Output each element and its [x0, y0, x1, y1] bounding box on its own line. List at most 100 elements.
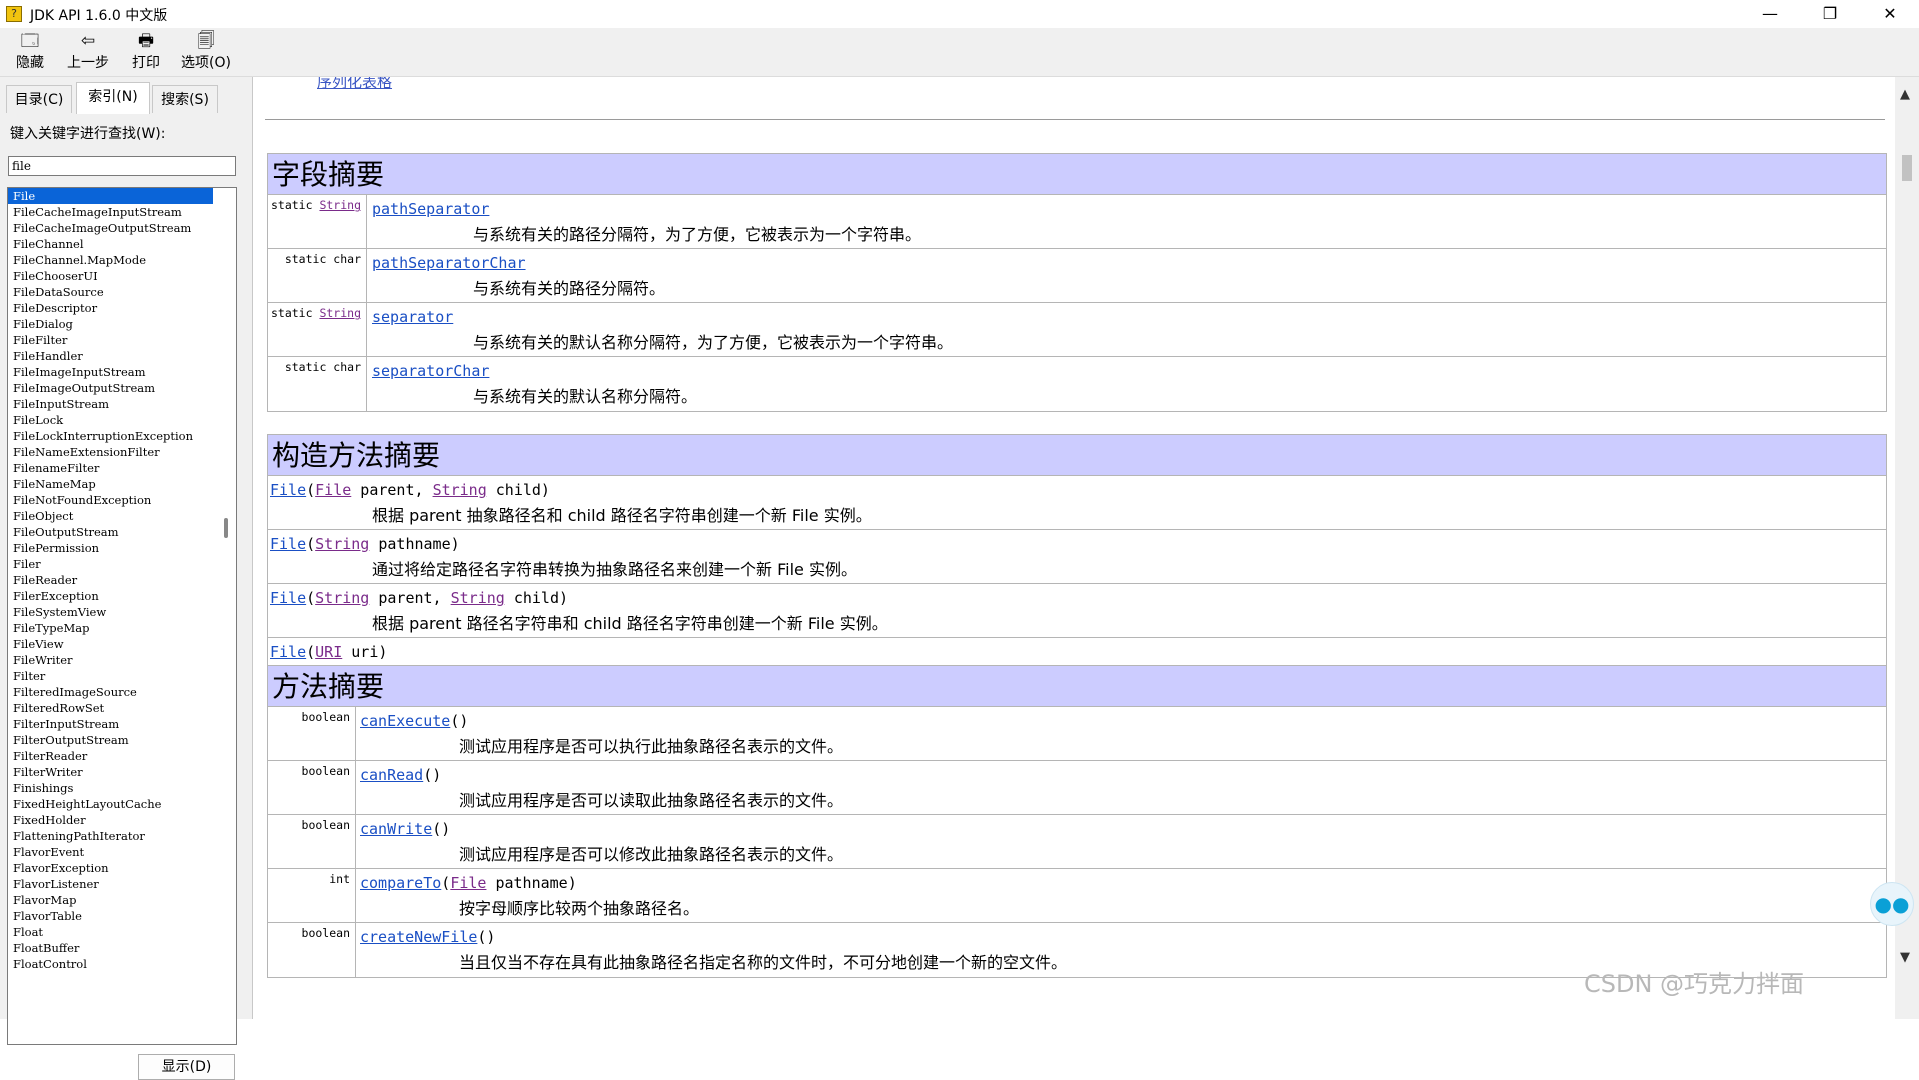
- method-name-link[interactable]: createNewFile: [360, 928, 477, 946]
- index-listbox[interactable]: File FileCacheImageInputStream FileCacheIm…: [7, 187, 237, 1045]
- index-item[interactable]: FixedHeightLayoutCache: [8, 796, 236, 812]
- index-item[interactable]: FloatControl: [8, 956, 236, 972]
- options-button[interactable]: 🗐 选项(O): [178, 30, 234, 74]
- index-item[interactable]: FlavorTable: [8, 908, 236, 924]
- index-item[interactable]: FileSystemView: [8, 604, 236, 620]
- index-item[interactable]: Filer: [8, 556, 236, 572]
- pane-splitter[interactable]: [246, 77, 253, 1019]
- index-item[interactable]: FloatBuffer: [8, 940, 236, 956]
- field-type-link[interactable]: String: [319, 198, 361, 212]
- field-name-cell: separatorChar: [372, 362, 489, 380]
- index-item[interactable]: FilterReader: [8, 748, 236, 764]
- maximize-button[interactable]: ❐: [1800, 0, 1860, 28]
- field-type-link[interactable]: String: [319, 306, 361, 320]
- index-item[interactable]: FilenameFilter: [8, 460, 236, 476]
- index-item[interactable]: FlavorEvent: [8, 844, 236, 860]
- param-type-link[interactable]: String: [315, 535, 369, 553]
- index-item[interactable]: FileView: [8, 636, 236, 652]
- index-item[interactable]: File: [8, 188, 213, 204]
- display-button[interactable]: 显示(D): [138, 1054, 235, 1080]
- index-item[interactable]: FixedHolder: [8, 812, 236, 828]
- constructor-name-link[interactable]: File: [270, 643, 306, 661]
- index-item[interactable]: FlavorException: [8, 860, 236, 876]
- content-scrollbar[interactable]: ▲ ▼: [1895, 77, 1919, 1019]
- index-item[interactable]: FilerException: [8, 588, 236, 604]
- constructor-name-link[interactable]: File: [270, 535, 306, 553]
- field-name-link[interactable]: pathSeparatorChar: [372, 254, 526, 272]
- method-name-link[interactable]: canWrite: [360, 820, 432, 838]
- index-item[interactable]: FileFilter: [8, 332, 236, 348]
- print-button[interactable]: 🖶 打印: [128, 30, 164, 74]
- index-item[interactable]: FileChooserUI: [8, 268, 236, 284]
- listbox-scroll-indicator[interactable]: [224, 518, 228, 538]
- constructor-summary-table: 构造方法摘要 File(File parent, String child) 根据…: [267, 434, 1887, 693]
- chat-assistant-icon[interactable]: ●●: [1870, 882, 1914, 926]
- param-name: uri): [342, 643, 388, 661]
- index-item[interactable]: FileInputStream: [8, 396, 236, 412]
- method-return-type: boolean: [268, 815, 356, 868]
- index-item[interactable]: FileObject: [8, 508, 236, 524]
- field-type: static String: [268, 303, 367, 356]
- back-button[interactable]: ⇦ 上一步: [62, 30, 114, 74]
- index-item[interactable]: FileChannel: [8, 236, 236, 252]
- index-item[interactable]: Float: [8, 924, 236, 940]
- method-row: int compareTo(File pathname) 按字母顺序比较两个抽象路径…: [268, 869, 1886, 923]
- param-type-link[interactable]: File: [450, 874, 486, 892]
- index-item[interactable]: FileNotFoundException: [8, 492, 236, 508]
- hide-button[interactable]: 🗔 隐藏: [12, 30, 48, 74]
- index-item[interactable]: FilterWriter: [8, 764, 236, 780]
- method-description: 按字母顺序比较两个抽象路径名。: [459, 899, 700, 918]
- index-item[interactable]: FileCacheImageOutputStream: [8, 220, 236, 236]
- minimize-button[interactable]: —: [1740, 0, 1800, 28]
- method-name-link[interactable]: compareTo: [360, 874, 441, 892]
- index-item[interactable]: FileCacheImageInputStream: [8, 204, 236, 220]
- index-item[interactable]: Finishings: [8, 780, 236, 796]
- param-type-link[interactable]: String: [433, 481, 487, 499]
- index-item[interactable]: FileNameMap: [8, 476, 236, 492]
- index-item[interactable]: FilterOutputStream: [8, 732, 236, 748]
- scroll-up-icon[interactable]: ▲: [1900, 87, 1910, 102]
- index-item[interactable]: FileOutputStream: [8, 524, 236, 540]
- field-name-link[interactable]: separatorChar: [372, 362, 489, 380]
- constructor-name-link[interactable]: File: [270, 589, 306, 607]
- param-type-link[interactable]: String: [451, 589, 505, 607]
- index-item[interactable]: FilterInputStream: [8, 716, 236, 732]
- method-name-link[interactable]: canRead: [360, 766, 423, 784]
- index-item[interactable]: FilteredImageSource: [8, 684, 236, 700]
- index-item[interactable]: FileDialog: [8, 316, 236, 332]
- method-name-link[interactable]: canExecute: [360, 712, 450, 730]
- index-item[interactable]: FileChannel.MapMode: [8, 252, 236, 268]
- index-item[interactable]: FileHandler: [8, 348, 236, 364]
- index-item[interactable]: FileImageOutputStream: [8, 380, 236, 396]
- index-item[interactable]: FlavorListener: [8, 876, 236, 892]
- index-item[interactable]: FileTypeMap: [8, 620, 236, 636]
- index-item[interactable]: FileNameExtensionFilter: [8, 444, 236, 460]
- field-name-link[interactable]: pathSeparator: [372, 200, 489, 218]
- param-type-link[interactable]: File: [315, 481, 351, 499]
- tab-search[interactable]: 搜索(S): [152, 85, 218, 113]
- index-item[interactable]: FlatteningPathIterator: [8, 828, 236, 844]
- scroll-thumb[interactable]: [1902, 155, 1912, 181]
- tab-index[interactable]: 索引(N): [76, 82, 150, 114]
- index-item[interactable]: Filter: [8, 668, 236, 684]
- index-item[interactable]: FilteredRowSet: [8, 700, 236, 716]
- index-item[interactable]: FileDescriptor: [8, 300, 236, 316]
- index-item[interactable]: FilePermission: [8, 540, 236, 556]
- field-name-link[interactable]: separator: [372, 308, 453, 326]
- index-item[interactable]: FlavorMap: [8, 892, 236, 908]
- constructor-name-link[interactable]: File: [270, 481, 306, 499]
- field-description: 与系统有关的默认名称分隔符。: [473, 387, 698, 406]
- serialized-form-link[interactable]: 序列化表格: [317, 77, 392, 92]
- close-button[interactable]: ✕: [1860, 0, 1919, 28]
- scroll-down-icon[interactable]: ▼: [1900, 950, 1910, 965]
- keyword-input[interactable]: [8, 156, 236, 176]
- index-item[interactable]: FileImageInputStream: [8, 364, 236, 380]
- index-item[interactable]: FileReader: [8, 572, 236, 588]
- index-item[interactable]: FileLockInterruptionException: [8, 428, 236, 444]
- tab-contents[interactable]: 目录(C): [6, 85, 72, 113]
- index-item[interactable]: FileDataSource: [8, 284, 236, 300]
- param-type-link[interactable]: String: [315, 589, 369, 607]
- index-item[interactable]: FileLock: [8, 412, 236, 428]
- param-type-link[interactable]: URI: [315, 643, 342, 661]
- index-item[interactable]: FileWriter: [8, 652, 236, 668]
